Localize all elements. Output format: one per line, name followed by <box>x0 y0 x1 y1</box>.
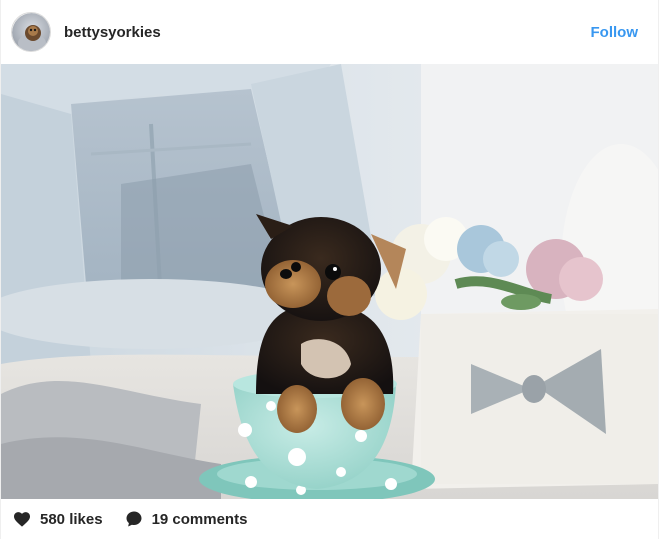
username-link[interactable]: bettysyorkies <box>64 24 161 41</box>
instagram-post: bettysyorkies Follow 580 likes 19 commen… <box>0 0 659 539</box>
heart-icon <box>13 511 31 527</box>
comments-count: 19 comments <box>151 510 248 528</box>
post-header: bettysyorkies Follow <box>1 0 659 64</box>
follow-button[interactable]: Follow <box>591 24 639 41</box>
like-button[interactable]: 580 likes <box>13 511 103 528</box>
comment-bubble-icon <box>125 510 143 528</box>
likes-count: 580 likes <box>40 510 103 528</box>
post-photo[interactable] <box>1 64 658 499</box>
comments-button[interactable]: 19 comments <box>125 510 248 528</box>
post-actions: 580 likes 19 comments <box>1 499 659 539</box>
avatar[interactable] <box>11 12 51 52</box>
